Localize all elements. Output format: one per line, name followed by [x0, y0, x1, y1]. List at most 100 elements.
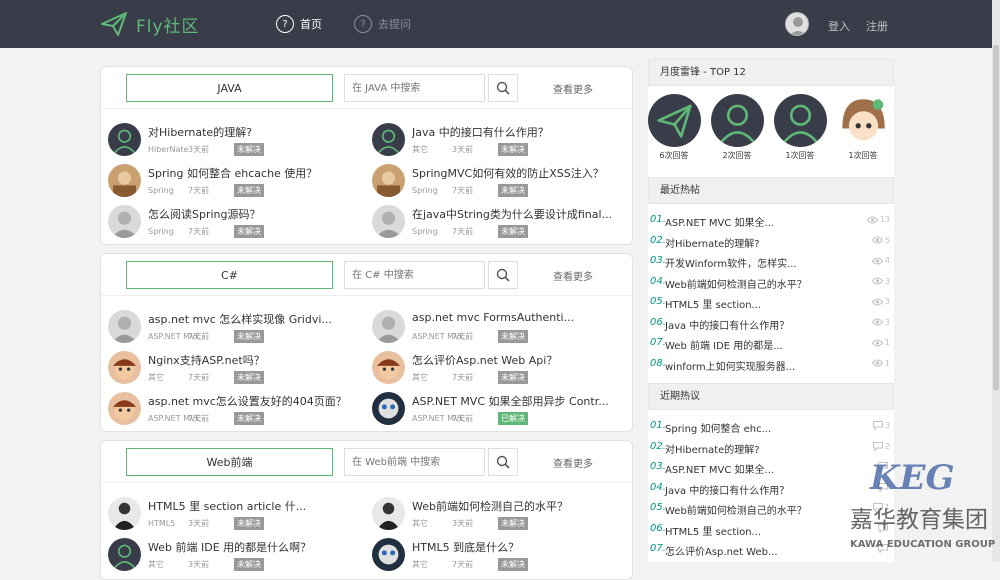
ranked-post[interactable]: 02. 对Hibernate的理解? 5	[650, 235, 890, 251]
ranked-post-title[interactable]: Java 中的接口有什么作用？	[665, 317, 789, 332]
ranked-post-title[interactable]: Java 中的接口有什么作用？	[665, 482, 789, 497]
nav-ask[interactable]: ? 去提问	[354, 14, 411, 34]
post-item[interactable]: 怎么阅读Spring源码？ Spring 7天前 未解决	[101, 203, 361, 241]
view-more-link[interactable]: 查看更多	[553, 268, 593, 283]
view-more-link[interactable]: 查看更多	[553, 455, 593, 470]
ranked-post[interactable]: 01. Spring 如何整合 ehc... 3	[650, 420, 890, 436]
author-avatar[interactable]	[108, 205, 141, 238]
post-title[interactable]: HTML5 里 section article 什...	[148, 498, 358, 514]
post-title[interactable]: asp.net mvc 怎么样实现像 Gridvi...	[148, 311, 358, 327]
category-search-input[interactable]	[344, 448, 485, 476]
ranked-post-title[interactable]: 对Hibernate的理解?	[665, 441, 760, 456]
post-item[interactable]: asp.net mvc怎么设置友好的404页面？ ASP.NET MVC 7天前…	[101, 390, 361, 428]
ranked-post-title[interactable]: 对Hibernate的理解?	[665, 235, 760, 250]
search-button[interactable]	[488, 261, 518, 289]
post-title[interactable]: 在java中String类为什么要设计成final...	[412, 206, 622, 222]
top-user[interactable]: 1次回答	[834, 94, 892, 161]
register-link[interactable]: 注册	[866, 18, 888, 34]
post-title[interactable]: Java 中的接口有什么作用？	[412, 124, 622, 140]
top-user-avatar[interactable]	[710, 94, 764, 147]
author-avatar[interactable]	[108, 351, 141, 384]
post-title[interactable]: SpringMVC如何有效的防止XSS注入？	[412, 165, 622, 181]
login-link[interactable]: 登入	[828, 18, 850, 34]
post-title[interactable]: Web前端如何检测自己的水平？	[412, 498, 622, 514]
ranked-post-title[interactable]: winform上如何实现服务器...	[665, 358, 795, 373]
post-item[interactable]: 在java中String类为什么要设计成final... Spring 7天前 …	[365, 203, 625, 241]
view-more-link[interactable]: 查看更多	[553, 81, 593, 96]
post-item[interactable]: 怎么评价Asp.net Web Api？ 其它 7天前 未解决	[365, 349, 625, 387]
category-tab[interactable]: JAVA	[126, 74, 333, 102]
ranked-post[interactable]: 05. HTML5 里 section... 3	[650, 296, 890, 312]
author-avatar[interactable]	[108, 538, 141, 571]
post-title[interactable]: 怎么评价Asp.net Web Api？	[412, 352, 622, 368]
ranked-post-title[interactable]: 开发Winform软件，怎样实...	[665, 255, 797, 270]
post-item[interactable]: ASP.NET MVC 如果全部用异步 Contr... ASP.NET MVC…	[365, 390, 625, 428]
post-item[interactable]: asp.net mvc 怎么样实现像 Gridvi... ASP.NET MVC…	[101, 308, 361, 346]
category-tab[interactable]: Web前端	[126, 448, 333, 476]
ranked-post-title[interactable]: Spring 如何整合 ehc...	[665, 420, 771, 435]
author-avatar[interactable]	[108, 310, 141, 343]
author-avatar[interactable]	[108, 123, 141, 156]
post-title[interactable]: 对Hibernate的理解?	[148, 124, 358, 140]
post-title[interactable]: Nginx支持ASP.net吗？	[148, 352, 358, 368]
top-user[interactable]: 6次回答	[645, 94, 703, 161]
category-search-input[interactable]	[344, 74, 485, 102]
search-button[interactable]	[488, 448, 518, 476]
ranked-post[interactable]: 08. winform上如何实现服务器... 1	[650, 358, 890, 374]
author-avatar[interactable]	[108, 497, 141, 530]
ranked-post-title[interactable]: ASP.NET MVC 如果全...	[665, 461, 774, 476]
author-avatar[interactable]	[372, 164, 405, 197]
post-item[interactable]: asp.net mvc FormsAuthenti... ASP.NET MVC…	[365, 308, 625, 346]
author-avatar[interactable]	[108, 164, 141, 197]
ranked-post-title[interactable]: HTML5 里 section...	[665, 523, 761, 538]
user-avatar-icon[interactable]	[785, 12, 809, 36]
post-title[interactable]: 怎么阅读Spring源码？	[148, 206, 358, 222]
ranked-post[interactable]: 01. ASP.NET MVC 如果全... 13	[650, 214, 890, 230]
ranked-post-title[interactable]: 怎么评价Asp.net Web...	[665, 543, 778, 558]
category-tab[interactable]: C#	[126, 261, 333, 289]
post-title[interactable]: HTML5 到底是什么？	[412, 539, 622, 555]
author-avatar[interactable]	[372, 497, 405, 530]
top-user[interactable]: 1次回答	[771, 94, 829, 161]
ranked-post[interactable]: 07. Web 前端 IDE 用的都是... 1	[650, 337, 890, 353]
top-user-avatar[interactable]	[836, 94, 890, 147]
category-search-input[interactable]	[344, 261, 485, 289]
ranked-post-title[interactable]: Web前端如何检测自己的水平？	[665, 276, 807, 291]
site-logo[interactable]: Fly社区	[100, 10, 200, 38]
search-button[interactable]	[488, 74, 518, 102]
ranked-post-title[interactable]: HTML5 里 section...	[665, 296, 761, 311]
author-avatar[interactable]	[372, 205, 405, 238]
post-title[interactable]: asp.net mvc怎么设置友好的404页面？	[148, 393, 358, 409]
author-avatar[interactable]	[372, 538, 405, 571]
author-avatar[interactable]	[372, 310, 405, 343]
post-item[interactable]: Web 前端 IDE 用的都是什么啊？ 其它 3天前 未解决	[101, 536, 361, 574]
post-item[interactable]: HTML5 到底是什么？ 其它 7天前 未解决	[365, 536, 625, 574]
post-title[interactable]: Spring 如何整合 ehcache 使用？	[148, 165, 358, 181]
ranked-post[interactable]: 03. 开发Winform软件，怎样实... 4	[650, 255, 890, 271]
category-panel: C# 查看更多 asp.net mvc 怎么样实现像 Gridvi... ASP…	[100, 253, 633, 432]
author-avatar[interactable]	[372, 123, 405, 156]
post-item[interactable]: 对Hibernate的理解? HiberNate 3天前 未解决	[101, 121, 361, 159]
top-user[interactable]: 2次回答	[708, 94, 766, 161]
author-avatar[interactable]	[108, 392, 141, 425]
post-title[interactable]: asp.net mvc FormsAuthenti...	[412, 311, 622, 324]
post-item[interactable]: Java 中的接口有什么作用？ 其它 3天前 未解决	[365, 121, 625, 159]
post-title[interactable]: Web 前端 IDE 用的都是什么啊？	[148, 539, 358, 555]
ranked-post-title[interactable]: Web前端如何检测自己的水平？	[665, 502, 807, 517]
ranked-post-title[interactable]: Web 前端 IDE 用的都是...	[665, 337, 783, 352]
scrollbar-thumb[interactable]	[993, 45, 999, 390]
ranked-post-title[interactable]: ASP.NET MVC 如果全...	[665, 214, 774, 229]
ranked-post[interactable]: 06. Java 中的接口有什么作用？ 3	[650, 317, 890, 333]
post-item[interactable]: SpringMVC如何有效的防止XSS注入？ Spring 7天前 未解决	[365, 162, 625, 200]
post-item[interactable]: Web前端如何检测自己的水平？ 其它 3天前 未解决	[365, 495, 625, 533]
nav-home[interactable]: ? 首页	[276, 14, 322, 34]
author-avatar[interactable]	[372, 351, 405, 384]
post-title[interactable]: ASP.NET MVC 如果全部用异步 Contr...	[412, 393, 622, 409]
top-user-avatar[interactable]	[773, 94, 827, 147]
top-user-avatar[interactable]	[647, 94, 701, 147]
author-avatar[interactable]	[372, 392, 405, 425]
post-item[interactable]: Spring 如何整合 ehcache 使用？ Spring 7天前 未解决	[101, 162, 361, 200]
ranked-post[interactable]: 04. Web前端如何检测自己的水平？ 3	[650, 276, 890, 292]
post-item[interactable]: Nginx支持ASP.net吗？ 其它 7天前 未解决	[101, 349, 361, 387]
post-item[interactable]: HTML5 里 section article 什... HTML5 3天前 未…	[101, 495, 361, 533]
